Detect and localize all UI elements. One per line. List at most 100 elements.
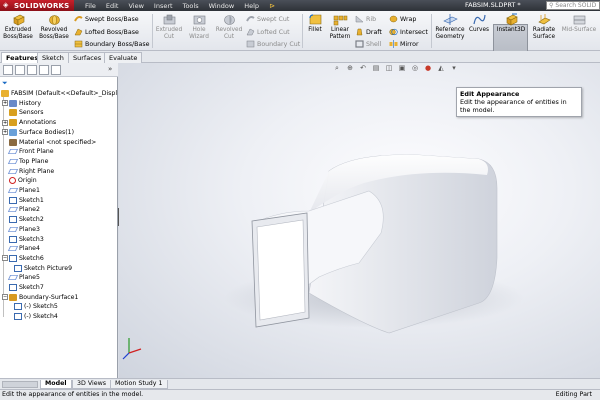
- revolved-boss-button[interactable]: Revolved Boss/Base: [37, 13, 71, 40]
- menu-file[interactable]: File: [80, 2, 101, 10]
- search-icon: ⚲: [549, 2, 554, 9]
- tree-item[interactable]: Sketch Picture9: [14, 264, 72, 273]
- tree-item[interactable]: Origin: [2, 176, 37, 185]
- tree-item[interactable]: − Boundary-Surface1: [2, 293, 78, 302]
- tree-item[interactable]: + Annotations: [2, 118, 56, 127]
- menu-tools[interactable]: Tools: [178, 2, 204, 10]
- extruded-cut-button[interactable]: Extruded Cut: [154, 13, 184, 40]
- revolved-cut-button[interactable]: Revolved Cut: [214, 13, 244, 40]
- tree-item[interactable]: Right Plane: [2, 167, 54, 176]
- apply-scene-icon[interactable]: ◭: [436, 63, 446, 73]
- hide-show-items-icon[interactable]: ◎: [410, 63, 420, 73]
- previous-view-icon[interactable]: ↶: [358, 63, 368, 73]
- mirror-button[interactable]: Mirror: [389, 39, 419, 49]
- plane-icon: [7, 226, 19, 232]
- linear-pattern-button[interactable]: Linear Pattern: [327, 13, 353, 40]
- section-view-icon[interactable]: ▤: [371, 63, 381, 73]
- command-manager: Extruded Boss/Base Revolved Boss/Base Sw…: [0, 11, 600, 60]
- tab-3d-views[interactable]: 3D Views: [72, 380, 112, 389]
- tree-item[interactable]: Top Plane: [2, 157, 48, 166]
- fillet-icon: [308, 14, 321, 25]
- tree-item[interactable]: (-) Sketch5: [14, 302, 58, 311]
- wrap-button[interactable]: Wrap: [389, 14, 416, 24]
- sensor-icon: [9, 109, 17, 117]
- extruded-boss-button[interactable]: Extruded Boss/Base: [2, 13, 34, 40]
- mid-surface-button[interactable]: Mid-Surface: [560, 13, 598, 34]
- edit-appearance-icon[interactable]: ●: [423, 63, 433, 73]
- tree-item[interactable]: Plane3: [2, 225, 40, 234]
- boundary-boss-button[interactable]: Boundary Boss/Base: [74, 39, 150, 49]
- display-manager-tab-icon[interactable]: [51, 65, 61, 75]
- search-placeholder: Search SOLID: [555, 2, 597, 9]
- reference-geometry-button[interactable]: Reference Geometry: [433, 13, 467, 40]
- tree-item[interactable]: Plane4: [2, 244, 40, 253]
- tree-item[interactable]: Plane5: [2, 273, 40, 282]
- curves-button[interactable]: Curves: [468, 13, 490, 34]
- lofted-boss-button[interactable]: Lofted Boss/Base: [74, 27, 139, 37]
- tab-sketch[interactable]: Sketch: [37, 52, 69, 63]
- tree-item[interactable]: Sketch2: [2, 215, 44, 224]
- menu-window[interactable]: Window: [204, 2, 240, 10]
- expand-toggle-icon[interactable]: +: [2, 119, 8, 126]
- tree-item[interactable]: Plane2: [2, 205, 40, 214]
- instant3d-button[interactable]: Instant3D: [495, 13, 527, 34]
- tree-item[interactable]: + History: [2, 99, 41, 108]
- feature-tree-tab-icon[interactable]: [3, 65, 13, 75]
- tree-item[interactable]: Front Plane: [2, 147, 54, 156]
- tree-item[interactable]: FABSIM (Default<<Default>_Displ: [1, 89, 117, 98]
- tree-item[interactable]: + Surface Bodies(1): [2, 128, 74, 137]
- expand-toggle-icon[interactable]: +: [2, 100, 8, 107]
- expand-toggle-icon[interactable]: +: [2, 129, 8, 136]
- expand-toggle-icon[interactable]: −: [2, 294, 8, 301]
- tab-surfaces[interactable]: Surfaces: [68, 52, 107, 63]
- tab-model[interactable]: Model: [40, 380, 72, 389]
- menu-view[interactable]: View: [123, 2, 148, 10]
- dimxpert-tab-icon[interactable]: [39, 65, 49, 75]
- pushpin-icon[interactable]: ⊳: [264, 2, 280, 10]
- status-bar: Edit the appearance of entities in the m…: [0, 389, 600, 400]
- menu-help[interactable]: Help: [239, 2, 264, 10]
- history-icon: [9, 99, 17, 107]
- tree-item-label: Top Plane: [19, 157, 49, 165]
- zoom-to-fit-icon[interactable]: ⌕: [332, 63, 342, 73]
- property-manager-tab-icon[interactable]: [15, 65, 25, 75]
- help-search-input[interactable]: ⚲ Search SOLID: [546, 1, 600, 10]
- double-chevron-right-icon[interactable]: »: [108, 65, 112, 73]
- tab-evaluate[interactable]: Evaluate: [104, 52, 143, 63]
- tree-item[interactable]: Sensors: [2, 108, 43, 117]
- solidworks-logo[interactable]: ◈ SOLIDWORKS: [0, 0, 74, 11]
- tree-item[interactable]: Sketch1: [2, 196, 44, 205]
- lofted-cut-button[interactable]: Lofted Cut: [246, 27, 290, 37]
- filter-icon[interactable]: ⏷: [2, 79, 8, 88]
- horizontal-scrollbar[interactable]: [2, 381, 38, 388]
- view-settings-icon[interactable]: ▾: [449, 63, 459, 73]
- shell-button[interactable]: Shell: [355, 39, 381, 49]
- swept-boss-button[interactable]: Swept Boss/Base: [74, 14, 139, 24]
- tree-item[interactable]: Plane1: [2, 186, 40, 195]
- brand-name: SOLIDWORKS: [14, 1, 70, 10]
- display-style-icon[interactable]: ▣: [397, 63, 407, 73]
- draft-button[interactable]: Draft: [355, 27, 382, 37]
- tab-motion-study-1[interactable]: Motion Study 1: [110, 380, 168, 389]
- expand-toggle-icon[interactable]: −: [2, 255, 8, 262]
- tree-item[interactable]: (-) Sketch4: [14, 312, 58, 321]
- hole-wizard-button[interactable]: Hole Wizard: [186, 13, 212, 40]
- tree-item[interactable]: Sketch7: [2, 283, 44, 292]
- tree-item[interactable]: − Sketch6: [2, 254, 44, 263]
- intersect-button[interactable]: Intersect: [389, 27, 428, 37]
- tree-item[interactable]: Sketch3: [2, 235, 44, 244]
- zoom-area-icon[interactable]: ⊕: [345, 63, 355, 73]
- tree-item[interactable]: Material <not specified>: [2, 138, 96, 147]
- boundary-cut-button[interactable]: Boundary Cut: [246, 39, 300, 49]
- menu-insert[interactable]: Insert: [149, 2, 178, 10]
- fillet-button[interactable]: Fillet: [304, 13, 326, 34]
- configuration-manager-tab-icon[interactable]: [27, 65, 37, 75]
- menu-edit[interactable]: Edit: [101, 2, 124, 10]
- status-message: Edit the appearance of entities in the m…: [2, 391, 144, 398]
- rib-button[interactable]: Rib: [355, 14, 376, 24]
- tree-item-label: (-) Sketch5: [24, 303, 58, 311]
- swept-cut-button[interactable]: Swept Cut: [246, 14, 289, 24]
- view-orientation-icon[interactable]: ◫: [384, 63, 394, 73]
- radiate-surface-button[interactable]: Radiate Surface: [530, 13, 558, 40]
